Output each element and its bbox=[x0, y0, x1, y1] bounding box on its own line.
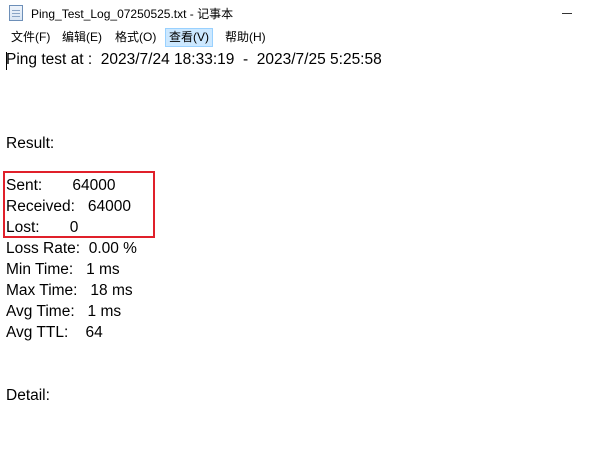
text-editor-area[interactable]: Ping test at : 2023/7/24 18:33:19 - 2023… bbox=[0, 47, 612, 465]
detail-heading: Detail: bbox=[6, 387, 50, 404]
log-header-line: Ping test at : 2023/7/24 18:33:19 - 2023… bbox=[6, 51, 382, 68]
menu-help[interactable]: 帮助(H) bbox=[222, 28, 269, 47]
highlight-annotation-box bbox=[3, 171, 155, 238]
menu-file[interactable]: 文件(F) bbox=[8, 28, 53, 47]
min-time-line: Min Time: 1 ms bbox=[6, 261, 120, 278]
avg-time-line: Avg Time: 1 ms bbox=[6, 303, 122, 320]
avg-ttl-line: Avg TTL: 64 bbox=[6, 324, 103, 341]
menu-view[interactable]: 查看(V) bbox=[165, 28, 213, 47]
minimize-button[interactable] bbox=[544, 0, 590, 28]
menu-format[interactable]: 格式(O) bbox=[112, 28, 159, 47]
notepad-window: Ping_Test_Log_07250525.txt - 记事本 文件(F) 编… bbox=[0, 0, 612, 465]
menu-edit[interactable]: 编辑(E) bbox=[59, 28, 105, 47]
title-bar[interactable]: Ping_Test_Log_07250525.txt - 记事本 bbox=[0, 0, 612, 28]
max-time-line: Max Time: 18 ms bbox=[6, 282, 133, 299]
window-title: Ping_Test_Log_07250525.txt - 记事本 bbox=[31, 7, 234, 21]
result-heading: Result: bbox=[6, 135, 55, 152]
loss-rate-line: Loss Rate: 0.00 % bbox=[6, 240, 137, 257]
menu-bar: 文件(F) 编辑(E) 格式(O) 查看(V) 帮助(H) bbox=[0, 28, 612, 47]
notepad-icon bbox=[9, 5, 23, 21]
